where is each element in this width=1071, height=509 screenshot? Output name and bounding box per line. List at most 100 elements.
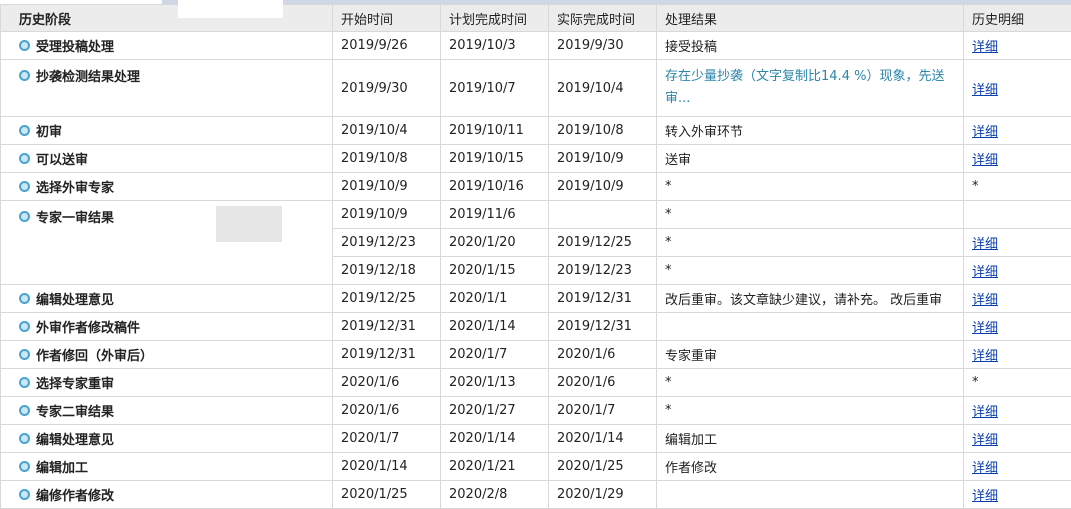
detail-link[interactable]: 详细	[972, 293, 998, 308]
stage-label: 抄袭检测结果处理	[36, 70, 140, 85]
spacer-cell	[176, 173, 333, 201]
detail-link[interactable]: 详细	[972, 321, 998, 336]
start-cell: 2020/1/14	[333, 453, 441, 481]
table-header-row: 历史阶段 开始时间 计划完成时间 实际完成时间 处理结果 历史明细	[1, 5, 1071, 32]
stage-cell: 编辑处理意见	[1, 425, 176, 453]
result-cell: 送审	[657, 145, 964, 173]
actual-cell: 2020/1/25	[549, 453, 657, 481]
actual-cell: 2020/1/14	[549, 425, 657, 453]
header-start: 开始时间	[333, 5, 441, 32]
detail-cell: 详细	[964, 397, 1071, 425]
table-row: 初审 2019/10/4 2019/10/11 2019/10/8 转入外审环节…	[1, 117, 1071, 145]
redaction-patch	[216, 206, 282, 242]
actual-cell: 2019/12/31	[549, 313, 657, 341]
start-cell: 2019/10/9	[333, 201, 441, 229]
bullet-icon	[19, 405, 30, 416]
detail-link[interactable]: 详细	[972, 237, 998, 252]
result-cell: *	[657, 201, 964, 229]
stage-cell: 编辑加工	[1, 453, 176, 481]
stage-label: 选择专家重审	[36, 377, 114, 392]
detail-link[interactable]: 详细	[972, 433, 998, 448]
actual-cell: 2019/12/31	[549, 285, 657, 313]
history-table: 历史阶段 开始时间 计划完成时间 实际完成时间 处理结果 历史明细 受理投稿处理…	[0, 4, 1071, 509]
planned-cell: 2020/1/13	[441, 369, 549, 397]
actual-cell: 2019/12/25	[549, 229, 657, 257]
result-cell: 改后重审。该文章缺少建议，请补充。 改后重审	[657, 285, 964, 313]
planned-cell: 2020/1/27	[441, 397, 549, 425]
detail-link[interactable]: 详细	[972, 349, 998, 364]
result-cell: 作者修改	[657, 453, 964, 481]
stage-cell: 专家二审结果	[1, 397, 176, 425]
planned-cell: 2020/1/14	[441, 425, 549, 453]
detail-link[interactable]: 详细	[972, 405, 998, 420]
detail-cell	[964, 201, 1071, 229]
start-cell: 2020/1/6	[333, 369, 441, 397]
detail-cell: 详细	[964, 117, 1071, 145]
stage-label: 编辑加工	[36, 461, 88, 476]
detail-cell: *	[964, 173, 1071, 201]
detail-cell: 详细	[964, 32, 1071, 60]
spacer-cell	[176, 397, 333, 425]
header-planned: 计划完成时间	[441, 5, 549, 32]
stage-label: 受理投稿处理	[36, 40, 114, 55]
table-row: 作者修回（外审后） 2019/12/31 2020/1/7 2020/1/6 专…	[1, 341, 1071, 369]
result-cell	[657, 481, 964, 509]
detail-cell: 详细	[964, 285, 1071, 313]
stage-cell: 专家一审结果	[1, 201, 176, 285]
planned-cell: 2020/1/15	[441, 257, 549, 285]
stage-label: 专家一审结果	[36, 211, 114, 226]
actual-cell	[549, 201, 657, 229]
start-cell: 2020/1/7	[333, 425, 441, 453]
spacer-cell	[176, 117, 333, 145]
spacer-cell	[176, 481, 333, 509]
table-row: 抄袭检测结果处理 2019/9/30 2019/10/7 2019/10/4 存…	[1, 60, 1071, 117]
detail-cell: 详细	[964, 341, 1071, 369]
detail-cell: 详细	[964, 60, 1071, 117]
planned-cell: 2019/10/11	[441, 117, 549, 145]
stage-label: 初审	[36, 125, 62, 140]
stage-label: 专家二审结果	[36, 405, 114, 420]
actual-cell: 2020/1/29	[549, 481, 657, 509]
detail-link[interactable]: 详细	[972, 40, 998, 55]
actual-cell: 2020/1/7	[549, 397, 657, 425]
bullet-icon	[19, 40, 30, 51]
stage-label: 编辑处理意见	[36, 293, 114, 308]
result-cell: *	[657, 397, 964, 425]
result-cell: *	[657, 369, 964, 397]
spacer-cell	[176, 425, 333, 453]
detail-link[interactable]: 详细	[972, 153, 998, 168]
result-cell[interactable]: 存在少量抄袭（文字复制比14.4 %）现象，先送审...	[657, 60, 964, 117]
result-cell: 专家重审	[657, 341, 964, 369]
detail-link[interactable]: 详细	[972, 83, 998, 98]
stage-label: 作者修回（外审后）	[36, 349, 153, 364]
spacer-cell	[176, 60, 333, 117]
stage-cell: 初审	[1, 117, 176, 145]
start-cell: 2019/9/26	[333, 32, 441, 60]
stage-label: 可以送审	[36, 153, 88, 168]
spacer-cell	[176, 369, 333, 397]
start-cell: 2019/10/9	[333, 173, 441, 201]
table-row: 选择外审专家 2019/10/9 2019/10/16 2019/10/9 * …	[1, 173, 1071, 201]
stage-cell: 可以送审	[1, 145, 176, 173]
detail-link[interactable]: 详细	[972, 125, 998, 140]
header-detail: 历史明细	[964, 5, 1071, 32]
detail-cell: *	[964, 369, 1071, 397]
bullet-icon	[19, 321, 30, 332]
stage-label: 选择外审专家	[36, 181, 114, 196]
actual-cell: 2020/1/6	[549, 369, 657, 397]
start-cell: 2019/9/30	[333, 60, 441, 117]
table-row: 编辑加工 2020/1/14 2020/1/21 2020/1/25 作者修改 …	[1, 453, 1071, 481]
planned-cell: 2020/2/8	[441, 481, 549, 509]
actual-cell: 2019/10/8	[549, 117, 657, 145]
start-cell: 2020/1/6	[333, 397, 441, 425]
spacer-cell	[176, 313, 333, 341]
bullet-icon	[19, 293, 30, 304]
bullet-icon	[19, 153, 30, 164]
bullet-icon	[19, 377, 30, 388]
result-cell: *	[657, 173, 964, 201]
detail-cell: 详细	[964, 481, 1071, 509]
detail-link[interactable]: 详细	[972, 461, 998, 476]
start-cell: 2019/12/23	[333, 229, 441, 257]
detail-link[interactable]: 详细	[972, 265, 998, 280]
planned-cell: 2020/1/7	[441, 341, 549, 369]
